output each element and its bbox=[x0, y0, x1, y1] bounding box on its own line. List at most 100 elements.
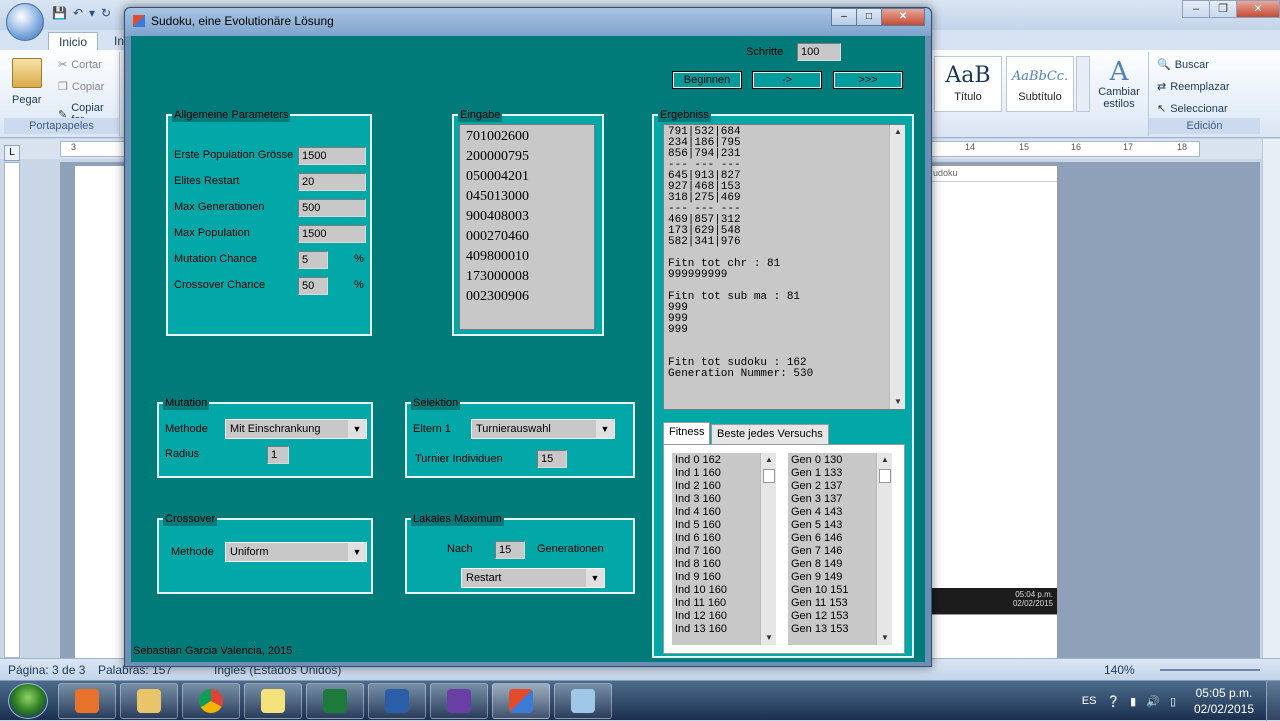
window-title: Sudoku, eine Evolutionäre Lösung bbox=[151, 14, 334, 28]
scroll-down-icon[interactable]: ▼ bbox=[890, 395, 906, 409]
run-button[interactable]: >>> bbox=[833, 71, 903, 89]
close-button[interactable]: ✕ bbox=[881, 8, 925, 26]
styles-scroll[interactable] bbox=[1076, 56, 1090, 112]
taskbar-excel[interactable] bbox=[306, 683, 364, 719]
style-titulo[interactable]: AaB Título bbox=[934, 56, 1002, 112]
word-minimize-button[interactable]: – bbox=[1182, 0, 1210, 18]
copy-button[interactable]: ❐ Copiar bbox=[58, 80, 104, 94]
help-icon[interactable]: ❔ bbox=[1106, 695, 1120, 708]
office-button[interactable] bbox=[6, 3, 44, 41]
chevron-down-icon: ▼ bbox=[348, 420, 366, 438]
begin-button[interactable]: Beginnen bbox=[672, 71, 742, 89]
clock-date: 02/02/2015 bbox=[1193, 702, 1254, 716]
general-parameters-title: Allgemeine Parameters bbox=[172, 108, 291, 122]
generation-list-scrollbar[interactable]: ▲ ▼ bbox=[876, 453, 892, 645]
customize-icon[interactable]: ↻ bbox=[101, 6, 111, 22]
list-item: Gen 0 130 bbox=[791, 454, 843, 466]
word-restore-button[interactable]: ❐ bbox=[1209, 0, 1237, 18]
taskbar-notes[interactable] bbox=[244, 683, 302, 719]
list-item: Gen 7 146 bbox=[791, 545, 843, 557]
folder-icon bbox=[137, 689, 161, 713]
replace-icon: ⇄ bbox=[1157, 81, 1167, 93]
list-item: Gen 5 143 bbox=[791, 519, 843, 531]
clock[interactable]: 05:05 p.m. 02/02/2015 bbox=[1194, 685, 1254, 717]
tab-selector[interactable]: L bbox=[4, 145, 20, 161]
tab-inicio[interactable]: Inicio bbox=[48, 32, 99, 50]
volume-icon[interactable]: 🔊 bbox=[1146, 695, 1160, 708]
max-population-input[interactable]: 1500 bbox=[298, 225, 366, 243]
scroll-up-icon[interactable]: ▲ bbox=[890, 125, 906, 139]
paste-button[interactable]: Pegar bbox=[12, 94, 41, 106]
scroll-down-icon[interactable]: ▼ bbox=[761, 631, 776, 645]
scroll-thumb[interactable] bbox=[763, 469, 775, 483]
crossover-chance-input[interactable]: 50 bbox=[298, 277, 328, 295]
list-item: Ind 12 160 bbox=[675, 610, 727, 622]
word-close-button[interactable]: ✕ bbox=[1236, 0, 1280, 18]
tournament-input[interactable]: 15 bbox=[537, 450, 567, 468]
result-textarea[interactable]: 791|532|684 234|186|795 856|794|231 --- … bbox=[663, 124, 905, 410]
word-vertical-scrollbar[interactable] bbox=[1262, 139, 1280, 659]
tab-best-each-run[interactable]: Beste jedes Versuchs bbox=[711, 424, 829, 444]
taskbar-sudoku-app[interactable] bbox=[492, 683, 550, 719]
select-button[interactable]: ↖ Seleccionar bbox=[1157, 102, 1228, 116]
taskbar-chrome[interactable] bbox=[182, 683, 240, 719]
cut-button[interactable]: ✂ Cortar bbox=[58, 58, 102, 72]
style-subtitulo[interactable]: AaBbCc. Subtítulo bbox=[1006, 56, 1074, 112]
local-max-action-select[interactable]: Restart ▼ bbox=[461, 568, 605, 588]
taskbar-visual-studio[interactable] bbox=[430, 683, 488, 719]
scroll-up-icon[interactable]: ▲ bbox=[761, 453, 776, 467]
scroll-up-icon[interactable]: ▲ bbox=[877, 453, 892, 467]
maximize-button[interactable]: □ bbox=[856, 8, 882, 26]
undo-icon[interactable]: ↶ bbox=[73, 6, 83, 22]
step-button[interactable]: -> bbox=[752, 71, 822, 89]
mutation-method-select[interactable]: Mit Einschrankung ▼ bbox=[225, 419, 367, 439]
zoom-level[interactable]: 140% bbox=[1104, 663, 1135, 677]
replace-button[interactable]: ⇄ Reemplazar bbox=[1157, 80, 1230, 94]
taskbar-media-player[interactable] bbox=[58, 683, 116, 719]
app-window-controls: – □ ✕ bbox=[831, 8, 925, 26]
list-item: Gen 8 149 bbox=[791, 558, 843, 570]
after-input[interactable]: 15 bbox=[495, 541, 525, 559]
page-count[interactable]: Página: 3 de 3 bbox=[8, 663, 85, 677]
mutation-chance-input[interactable]: 5 bbox=[298, 251, 328, 269]
generation-list[interactable]: Gen 0 130 Gen 1 133 Gen 2 137 Gen 3 137 … bbox=[788, 453, 892, 645]
first-population-input[interactable]: 1500 bbox=[298, 147, 366, 165]
sudoku-input-textarea[interactable]: 701002600 200000795 050004201 045013000 … bbox=[459, 124, 595, 330]
redo-icon[interactable]: ▾ bbox=[89, 6, 95, 22]
radius-input[interactable]: 1 bbox=[267, 446, 289, 464]
minimize-button[interactable]: – bbox=[831, 8, 857, 26]
fitness-list-scrollbar[interactable]: ▲ ▼ bbox=[760, 453, 776, 645]
list-item: Gen 3 137 bbox=[791, 493, 843, 505]
list-item: Ind 13 160 bbox=[675, 623, 727, 635]
scroll-down-icon[interactable]: ▼ bbox=[877, 631, 892, 645]
language-indicator[interactable]: ES bbox=[1082, 695, 1097, 707]
find-button[interactable]: 🔍 Buscar bbox=[1157, 58, 1209, 72]
schritte-input[interactable]: 100 bbox=[797, 43, 841, 61]
author-footer: Sebastian Garcia Valencia, 2015 bbox=[133, 645, 293, 657]
excel-icon bbox=[323, 689, 347, 713]
change-styles-button[interactable]: A Cambiar estilos bbox=[1096, 58, 1142, 110]
scroll-thumb[interactable] bbox=[879, 469, 891, 483]
style-titulo-sample: AaB bbox=[945, 63, 991, 88]
list-item: Gen 11 153 bbox=[791, 597, 848, 609]
result-scrollbar[interactable]: ▲ ▼ bbox=[889, 125, 905, 409]
zoom-slider[interactable] bbox=[1160, 669, 1260, 671]
clipboard-group-label: Portapapeles bbox=[4, 118, 119, 134]
taskbar-explorer[interactable] bbox=[120, 683, 178, 719]
fitness-list[interactable]: Ind 0 162 Ind 1 160 Ind 2 160 Ind 3 160 … bbox=[672, 453, 776, 645]
crossover-method-select[interactable]: Uniform ▼ bbox=[225, 542, 367, 562]
selection-method-select[interactable]: Turnierauswahl ▼ bbox=[471, 419, 615, 439]
tab-fitness[interactable]: Fitness bbox=[663, 422, 711, 444]
battery-icon[interactable]: ▯ bbox=[1170, 695, 1176, 708]
taskbar-word[interactable] bbox=[368, 683, 426, 719]
show-desktop-button[interactable] bbox=[1266, 681, 1280, 721]
editing-group: 🔍 Buscar ⇄ Reemplazar ↖ Seleccionar Edición bbox=[1148, 52, 1260, 136]
taskbar-editor[interactable] bbox=[554, 683, 612, 719]
elites-restart-input[interactable]: 20 bbox=[298, 173, 366, 191]
start-button[interactable] bbox=[8, 683, 48, 719]
network-icon[interactable]: ▮ bbox=[1130, 695, 1136, 708]
max-generations-input[interactable]: 500 bbox=[298, 199, 366, 217]
crossover-title: Crossover bbox=[163, 512, 218, 526]
local-max-group: Lakales Maximum Nach 15 Generationen Res… bbox=[405, 512, 635, 594]
save-icon[interactable]: 💾 bbox=[52, 6, 67, 22]
